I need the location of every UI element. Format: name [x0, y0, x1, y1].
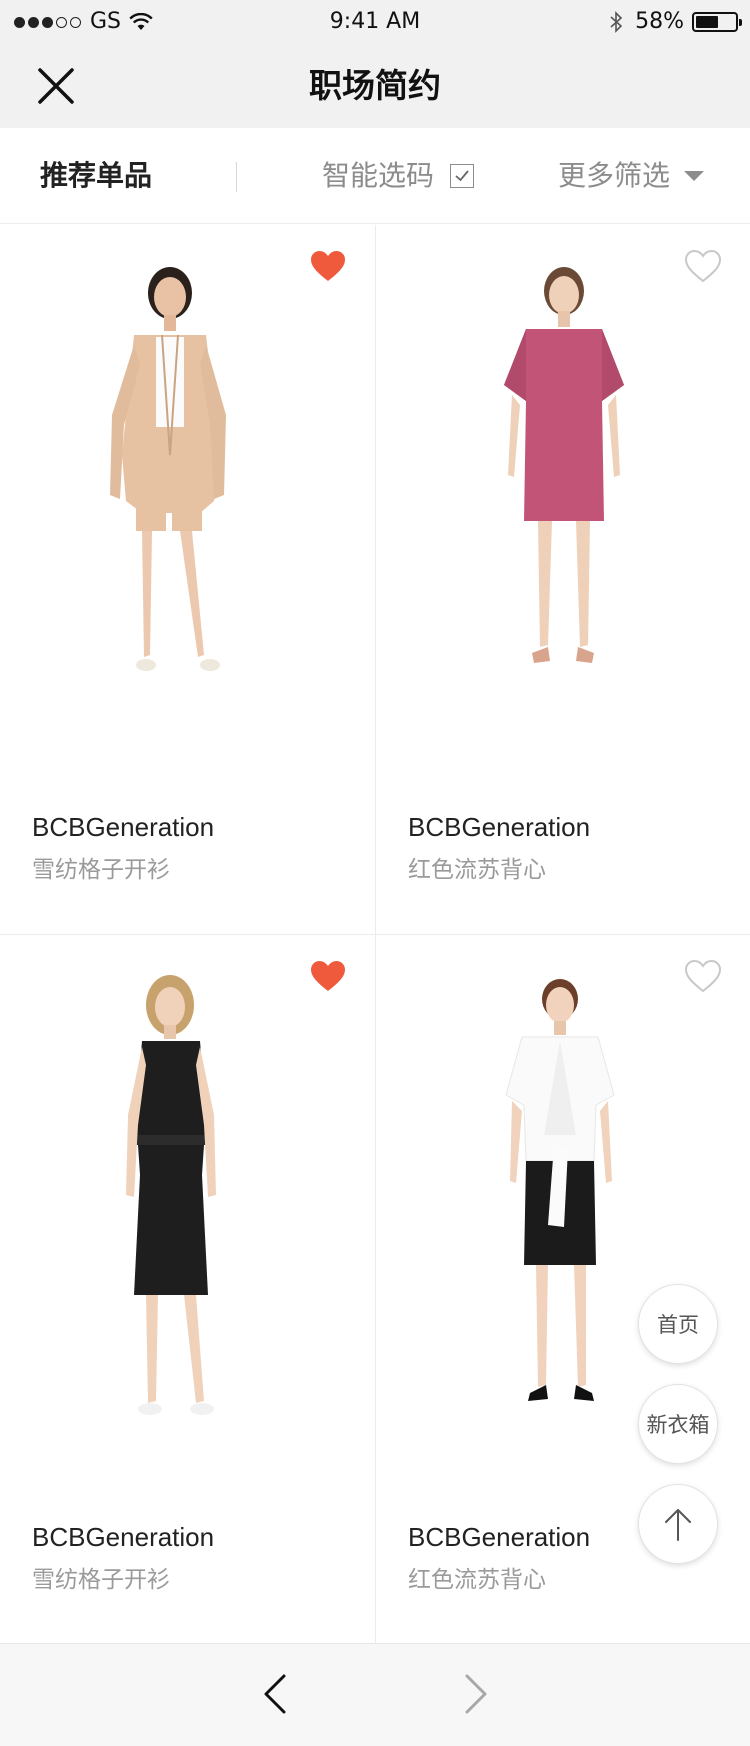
heart-outline-icon[interactable]: [684, 249, 722, 283]
smart-size-label: 智能选码: [322, 159, 435, 192]
page-title: 职场简约: [309, 66, 441, 105]
product-image[interactable]: [464, 255, 664, 745]
filter-divider: [236, 162, 237, 192]
status-right: 58%: [609, 9, 742, 35]
smart-size-toggle[interactable]: 智能选码: [322, 158, 475, 194]
heart-filled-icon[interactable]: [309, 249, 347, 283]
product-brand: BCBGeneration: [408, 812, 591, 842]
heart-filled-icon[interactable]: [309, 959, 347, 993]
forward-arrow-icon[interactable]: [455, 1672, 495, 1716]
battery-icon: [692, 12, 742, 32]
product-brand: BCBGeneration: [32, 812, 215, 842]
arrow-up-icon: [665, 1509, 691, 1541]
product-image[interactable]: [464, 965, 664, 1455]
product-brand: BCBGeneration: [32, 1522, 215, 1552]
more-filters-label: 更多筛选: [558, 159, 671, 192]
status-bar: GS 9:41 AM 58%: [0, 0, 750, 44]
scroll-top-button[interactable]: [638, 1484, 718, 1564]
heart-outline-icon[interactable]: [684, 959, 722, 993]
battery-percent: 58%: [635, 9, 684, 34]
product-card[interactable]: BCBGeneration 雪纺格子开衫: [0, 934, 375, 1643]
product-description: 雪纺格子开衫: [32, 857, 170, 883]
filter-bar: 推荐单品 智能选码 更多筛选: [0, 128, 750, 224]
bluetooth-icon: [610, 11, 623, 33]
bottom-toolbar: [0, 1643, 750, 1746]
product-description: 红色流苏背心: [408, 857, 546, 883]
more-filters-dropdown[interactable]: 更多筛选: [558, 158, 705, 194]
back-arrow-icon[interactable]: [256, 1672, 296, 1716]
product-image[interactable]: [88, 255, 288, 745]
product-card[interactable]: BCBGeneration 雪纺格子开衫: [0, 225, 375, 934]
product-description: 雪纺格子开衫: [32, 1567, 170, 1593]
product-description: 红色流苏背心: [408, 1567, 546, 1593]
battery-fill: [696, 16, 718, 28]
battery-tip: [739, 19, 742, 26]
product-image[interactable]: [88, 965, 288, 1455]
product-brand: BCBGeneration: [408, 1522, 591, 1552]
home-button[interactable]: 首页: [638, 1284, 718, 1364]
nav-bar: 职场简约: [0, 44, 750, 128]
caret-down-icon: [684, 171, 705, 181]
checkmark-icon: [455, 170, 469, 182]
product-card[interactable]: BCBGeneration 红色流苏背心: [375, 225, 750, 934]
smart-size-checkbox[interactable]: [450, 164, 475, 188]
wardrobe-button[interactable]: 新衣箱: [638, 1384, 718, 1464]
tab-recommended[interactable]: 推荐单品: [40, 158, 152, 194]
